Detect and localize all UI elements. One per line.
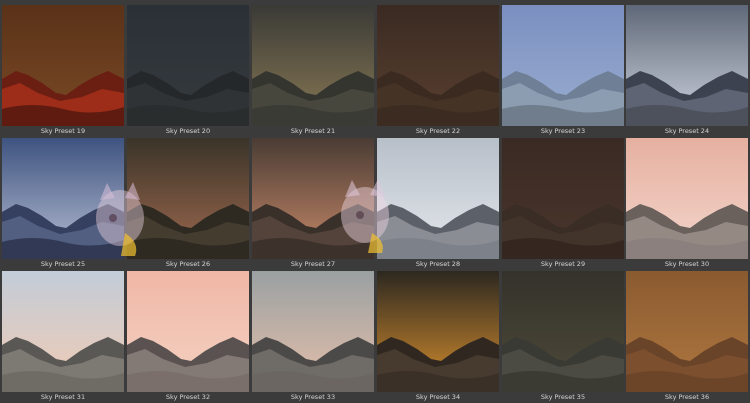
sky-landscape-image [2, 138, 124, 259]
sky-preset-tile[interactable]: Sky Preset 31 [2, 271, 124, 402]
sky-preset-label: Sky Preset 23 [540, 127, 586, 135]
sky-preset-thumbnail[interactable] [377, 5, 499, 126]
sky-preset-tile[interactable]: Sky Preset 19 [2, 5, 124, 136]
sky-landscape-image [2, 5, 124, 126]
sky-preset-thumbnail[interactable] [502, 5, 624, 126]
sky-landscape-image [377, 138, 499, 259]
sky-preset-thumbnail[interactable] [2, 138, 124, 259]
sky-landscape-image [252, 271, 374, 392]
sky-landscape-image [127, 271, 249, 392]
sky-preset-label: Sky Preset 31 [40, 393, 86, 401]
sky-landscape-image [502, 271, 624, 392]
sky-preset-tile[interactable]: Sky Preset 25 [2, 138, 124, 269]
sky-preset-label: Sky Preset 21 [290, 127, 336, 135]
sky-preset-label: Sky Preset 32 [165, 393, 211, 401]
sky-landscape-image [127, 5, 249, 126]
sky-preset-label: Sky Preset 36 [664, 393, 710, 401]
sky-landscape-image [502, 138, 624, 259]
sky-preset-label: Sky Preset 20 [165, 127, 211, 135]
sky-preset-label: Sky Preset 26 [165, 260, 211, 268]
sky-landscape-image [2, 271, 124, 392]
sky-preset-tile[interactable]: Sky Preset 26 [127, 138, 249, 269]
sky-preset-label: Sky Preset 24 [664, 127, 710, 135]
sky-preset-thumbnail[interactable] [252, 138, 374, 259]
sky-preset-tile[interactable]: Sky Preset 24 [626, 5, 748, 136]
sky-preset-label: Sky Preset 34 [415, 393, 461, 401]
sky-landscape-image [252, 138, 374, 259]
sky-preset-thumbnail[interactable] [502, 138, 624, 259]
sky-preset-gallery: Sky Preset 19 Sky Preset 20 Sky Preset 21 S… [0, 0, 750, 403]
sky-preset-tile[interactable]: Sky Preset 35 [502, 271, 624, 402]
sky-preset-thumbnail[interactable] [2, 5, 124, 126]
sky-preset-tile[interactable]: Sky Preset 21 [252, 5, 374, 136]
sky-preset-tile[interactable]: Sky Preset 33 [252, 271, 374, 402]
sky-preset-tile[interactable]: Sky Preset 36 [626, 271, 748, 402]
sky-preset-label: Sky Preset 25 [40, 260, 86, 268]
sky-landscape-image [377, 5, 499, 126]
sky-preset-thumbnail[interactable] [127, 5, 249, 126]
sky-preset-label: Sky Preset 22 [415, 127, 461, 135]
sky-landscape-image [626, 271, 748, 392]
sky-landscape-image [127, 138, 249, 259]
sky-landscape-image [377, 271, 499, 392]
sky-preset-label: Sky Preset 28 [415, 260, 461, 268]
sky-preset-thumbnail[interactable] [377, 271, 499, 392]
sky-preset-thumbnail[interactable] [252, 271, 374, 392]
sky-preset-tile[interactable]: Sky Preset 30 [626, 138, 748, 269]
sky-preset-tile[interactable]: Sky Preset 20 [127, 5, 249, 136]
sky-preset-tile[interactable]: Sky Preset 34 [377, 271, 499, 402]
sky-preset-thumbnail[interactable] [502, 271, 624, 392]
sky-preset-label: Sky Preset 27 [290, 260, 336, 268]
sky-preset-thumbnail[interactable] [626, 138, 748, 259]
sky-preset-thumbnail[interactable] [626, 271, 748, 392]
sky-landscape-image [626, 5, 748, 126]
sky-preset-tile[interactable]: Sky Preset 27 [252, 138, 374, 269]
sky-preset-label: Sky Preset 33 [290, 393, 336, 401]
sky-preset-tile[interactable]: Sky Preset 22 [377, 5, 499, 136]
sky-preset-label: Sky Preset 19 [40, 127, 86, 135]
sky-preset-label: Sky Preset 30 [664, 260, 710, 268]
sky-preset-label: Sky Preset 29 [540, 260, 586, 268]
sky-preset-tile[interactable]: Sky Preset 32 [127, 271, 249, 402]
sky-preset-thumbnail[interactable] [2, 271, 124, 392]
sky-preset-label: Sky Preset 35 [540, 393, 586, 401]
sky-preset-thumbnail[interactable] [252, 5, 374, 126]
sky-preset-tile[interactable]: Sky Preset 29 [502, 138, 624, 269]
sky-preset-tile[interactable]: Sky Preset 28 [377, 138, 499, 269]
sky-landscape-image [502, 5, 624, 126]
sky-preset-thumbnail[interactable] [626, 5, 748, 126]
sky-preset-tile[interactable]: Sky Preset 23 [502, 5, 624, 136]
sky-landscape-image [252, 5, 374, 126]
sky-preset-thumbnail[interactable] [127, 271, 249, 392]
sky-preset-thumbnail[interactable] [377, 138, 499, 259]
sky-preset-thumbnail[interactable] [127, 138, 249, 259]
sky-landscape-image [626, 138, 748, 259]
